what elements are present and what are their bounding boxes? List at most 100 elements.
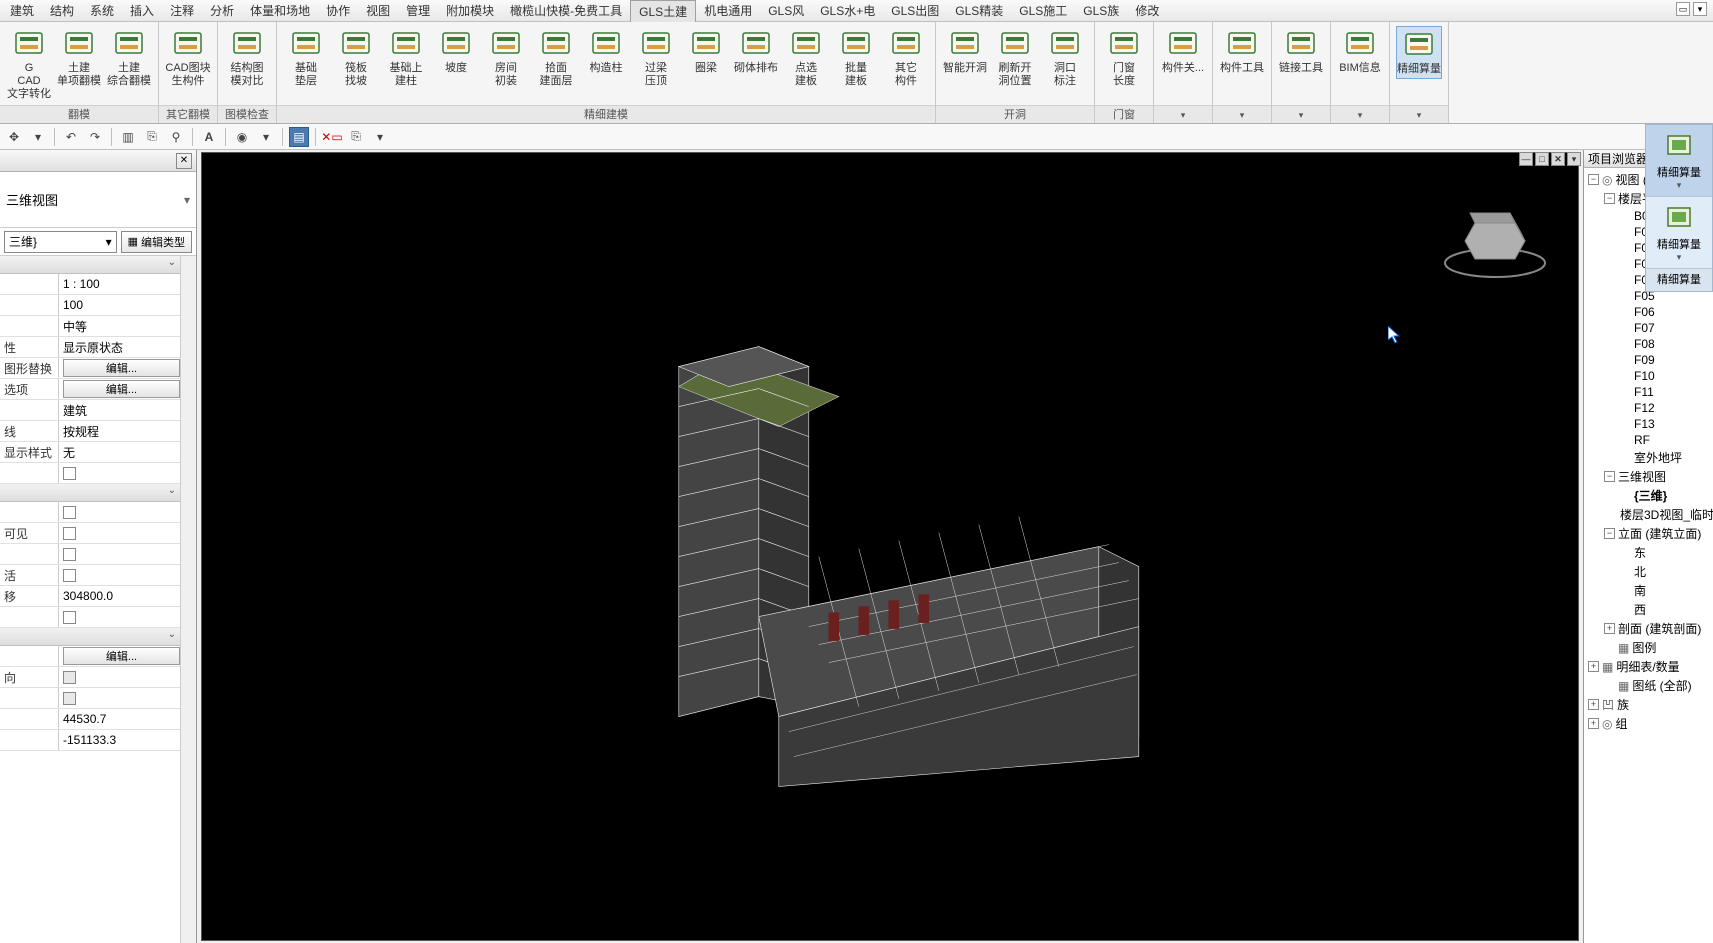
ribbon-foundation[interactable]: 基础 垫层: [283, 26, 329, 90]
prop-value[interactable]: [58, 688, 180, 708]
menu-视图[interactable]: 视图: [358, 0, 398, 22]
menu-注释[interactable]: 注释: [162, 0, 202, 22]
chevron-down-icon[interactable]: ▾: [1567, 152, 1581, 166]
menu-协作[interactable]: 协作: [318, 0, 358, 22]
menu-GLS风[interactable]: GLS风: [760, 0, 812, 22]
ribbon-comp-flip[interactable]: 土建 综合翻模: [106, 26, 152, 90]
close-icon[interactable]: ✕: [1551, 152, 1565, 166]
prop-value[interactable]: [58, 667, 180, 687]
tree-node[interactable]: F09: [1584, 352, 1713, 368]
checkbox[interactable]: [63, 611, 76, 624]
ribbon-beam-press[interactable]: 过梁 压顶: [633, 26, 679, 90]
menu-建筑[interactable]: 建筑: [2, 0, 42, 22]
expand-icon[interactable]: +: [1604, 623, 1615, 634]
prop-value[interactable]: 编辑...: [58, 358, 180, 378]
tree-node[interactable]: 北: [1584, 562, 1713, 581]
tree-node[interactable]: F10: [1584, 368, 1713, 384]
cube-icon[interactable]: ◉: [232, 127, 252, 147]
prop-value[interactable]: 1 : 100: [58, 274, 180, 294]
prop-category[interactable]: ⌄: [0, 628, 180, 646]
ribbon-make-col[interactable]: 构造柱: [583, 26, 629, 77]
tree-node[interactable]: F13: [1584, 416, 1713, 432]
side-fine-qty-button-2[interactable]: 精细算量 ▾: [1646, 197, 1712, 269]
menu-修改[interactable]: 修改: [1127, 0, 1167, 22]
edit-button[interactable]: 编辑...: [63, 380, 180, 398]
menu-结构[interactable]: 结构: [42, 0, 82, 22]
list-icon[interactable]: ▤: [289, 127, 309, 147]
ribbon-fine-qty[interactable]: 精细算量: [1396, 26, 1442, 79]
tree-node[interactable]: F12: [1584, 400, 1713, 416]
tree-node[interactable]: ▦图例: [1584, 638, 1713, 657]
modify-icon[interactable]: ✥: [4, 127, 24, 147]
chevron-down-icon[interactable]: ▾: [28, 127, 48, 147]
prop-value[interactable]: [58, 607, 180, 627]
ribbon-link-tool[interactable]: 链接工具: [1278, 26, 1324, 77]
checkbox[interactable]: [63, 569, 76, 582]
copy-icon[interactable]: ⎘: [346, 127, 366, 147]
tree-node[interactable]: 楼层3D视图_临时: [1584, 505, 1713, 524]
prop-value[interactable]: 44530.7: [58, 709, 180, 729]
group-dropdown[interactable]: ▾: [1154, 105, 1212, 123]
tree-node[interactable]: 室外地坪: [1584, 448, 1713, 467]
ribbon-pick-floor[interactable]: 拾面 建面层: [533, 26, 579, 90]
tree-node[interactable]: −三维视图: [1584, 467, 1713, 486]
menu-体量和场地[interactable]: 体量和场地: [242, 0, 318, 22]
checkbox[interactable]: [63, 548, 76, 561]
edit-button[interactable]: 编辑...: [63, 359, 180, 377]
prop-value[interactable]: [58, 565, 180, 585]
expand-icon[interactable]: −: [1588, 174, 1599, 185]
tree-node[interactable]: 东: [1584, 543, 1713, 562]
ribbon-window-len[interactable]: 门窗 长度: [1101, 26, 1147, 90]
tree-node[interactable]: +◎组: [1584, 714, 1713, 733]
ribbon-hole-mark[interactable]: 洞口 标注: [1042, 26, 1088, 90]
prop-category[interactable]: ⌄: [0, 256, 180, 274]
instance-selector[interactable]: 三维} ▾: [4, 231, 117, 253]
ribbon-cad-text[interactable]: G CAD 文字转化: [6, 26, 52, 103]
checkbox[interactable]: [63, 527, 76, 540]
tree-node[interactable]: +凹族: [1584, 695, 1713, 714]
tree-node[interactable]: 西: [1584, 600, 1713, 619]
ribbon-cad-block[interactable]: CAD图块 生构件: [165, 26, 211, 90]
prop-value[interactable]: 无: [58, 442, 180, 462]
tree-node[interactable]: F07: [1584, 320, 1713, 336]
viewcube[interactable]: [1440, 203, 1550, 283]
prop-value[interactable]: 按规程: [58, 421, 180, 441]
close-icon[interactable]: ✕: [176, 153, 192, 169]
tree-node[interactable]: RF: [1584, 432, 1713, 448]
ribbon-smart-hole[interactable]: 智能开洞: [942, 26, 988, 77]
ribbon-comp-rel[interactable]: 构件关...: [1160, 26, 1206, 77]
ribbon-bim-info[interactable]: BIM信息: [1337, 26, 1383, 77]
prop-category[interactable]: ⌄: [0, 484, 180, 502]
scrollbar[interactable]: [180, 256, 196, 943]
menu-dropdown-icon[interactable]: ▾: [1693, 2, 1707, 16]
prop-value[interactable]: [58, 544, 180, 564]
tree-node[interactable]: F11: [1584, 384, 1713, 400]
menu-GLS出图[interactable]: GLS出图: [883, 0, 947, 22]
minimize-icon[interactable]: —: [1519, 152, 1533, 166]
ribbon-point-board[interactable]: 点选 建板: [783, 26, 829, 90]
redo-icon[interactable]: ↷: [85, 127, 105, 147]
group-dropdown[interactable]: ▾: [1213, 105, 1271, 123]
prop-value[interactable]: [58, 463, 180, 483]
tree-node[interactable]: F08: [1584, 336, 1713, 352]
side-fine-qty-button-1[interactable]: 精细算量 ▾: [1646, 125, 1712, 197]
menu-GLS施工[interactable]: GLS施工: [1011, 0, 1075, 22]
prop-value[interactable]: -151133.3: [58, 730, 180, 750]
ribbon-room-init[interactable]: 房间 初装: [483, 26, 529, 90]
menu-附加模块[interactable]: 附加模块: [438, 0, 502, 22]
expand-icon[interactable]: +: [1588, 661, 1599, 672]
menu-GLS水+电[interactable]: GLS水+电: [812, 0, 883, 22]
tree-node[interactable]: −立面 (建筑立面): [1584, 524, 1713, 543]
tree-node[interactable]: {三维}: [1584, 486, 1713, 505]
edit-button[interactable]: 编辑...: [63, 647, 180, 665]
edit-type-button[interactable]: ▦ 编辑类型: [121, 231, 192, 253]
menu-系统[interactable]: 系统: [82, 0, 122, 22]
ribbon-other-comp[interactable]: 其它 构件: [883, 26, 929, 90]
3d-viewport[interactable]: [201, 152, 1579, 941]
ribbon-batch-board[interactable]: 批量 建板: [833, 26, 879, 90]
checkbox[interactable]: [63, 467, 76, 480]
group-dropdown[interactable]: ▾: [1272, 105, 1330, 123]
menu-机电通用[interactable]: 机电通用: [696, 0, 760, 22]
tree-node[interactable]: F06: [1584, 304, 1713, 320]
tree-node[interactable]: +▦明细表/数量: [1584, 657, 1713, 676]
